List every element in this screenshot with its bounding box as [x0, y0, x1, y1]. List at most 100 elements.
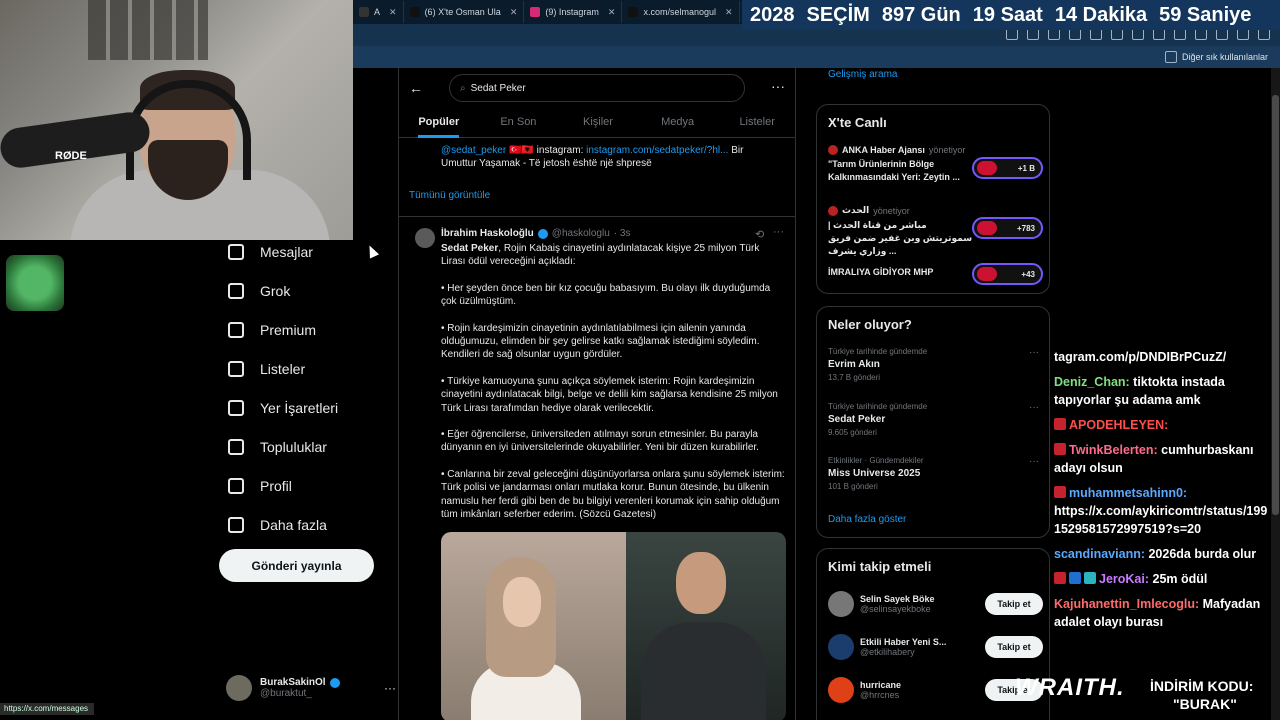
- follow-name: Etkili Haber Yeni S...: [860, 637, 947, 647]
- bookmark-folder[interactable]: Diğer sık kullanılanlar: [1182, 52, 1268, 62]
- avatar[interactable]: [828, 677, 854, 703]
- tweet-image[interactable]: [441, 532, 786, 720]
- follow-suggestion[interactable]: hurricane @hrrcnes Takip et: [828, 674, 1043, 706]
- show-more-link[interactable]: Daha fazla göster: [828, 514, 906, 525]
- tab-label: Medya: [661, 116, 695, 128]
- nav-item-list[interactable]: Listeler: [218, 349, 398, 388]
- live-listener-badge[interactable]: +783: [972, 217, 1043, 239]
- photo-left: [441, 532, 626, 720]
- mention-link[interactable]: @sedat_peker: [441, 145, 506, 156]
- trend-more-icon[interactable]: ···: [1029, 402, 1039, 413]
- tab-3[interactable]: Medya: [638, 108, 718, 137]
- follow-suggestion[interactable]: Etkili Haber Yeni S... @etkilihabery Takip…: [828, 631, 1043, 663]
- nav-item-more-circle[interactable]: Daha fazla: [218, 505, 398, 544]
- live-item[interactable]: İMRALIYA GİDİYOR MHP +43: [828, 263, 1043, 285]
- nav-item-grok[interactable]: Grok: [218, 271, 398, 310]
- post-button[interactable]: Gönderi yayınla: [219, 549, 374, 582]
- chat-text: 2026da burda olur: [1145, 547, 1257, 561]
- candy-jar-overlay: [6, 255, 64, 311]
- close-tab-icon[interactable]: ✕: [389, 7, 397, 18]
- photo-right: [626, 532, 786, 720]
- trend-item[interactable]: Türkiye tarihinde gündemde Evrim Akın 13,7…: [828, 347, 1043, 382]
- countdown-hours: 19 Saat: [972, 3, 1043, 26]
- live-item[interactable]: الحدث yönetiyor مباشر من قناة الحدث | سموت…: [828, 205, 1043, 258]
- live-item[interactable]: ANKA Haber Ajansı yönetiyor "Tarım Ürünler…: [828, 145, 1043, 184]
- trend-more-icon[interactable]: ···: [1029, 456, 1039, 467]
- divider: [399, 216, 795, 217]
- close-tab-icon[interactable]: ✕: [510, 7, 518, 18]
- follow-info: Etkili Haber Yeni S... @etkilihabery: [860, 637, 946, 657]
- chat-username: TwinkBelerten:: [1069, 443, 1158, 457]
- back-arrow-icon[interactable]: ←: [409, 80, 423, 96]
- live-thumbnail: [977, 161, 997, 175]
- stream-chat: tagram.com/p/DNDIBrPCuzZ/Deniz_Chan: tik…: [1054, 348, 1274, 638]
- show-all-link[interactable]: Tümünü görüntüle: [409, 190, 490, 201]
- author-handle[interactable]: @haskologlu: [552, 228, 610, 239]
- countdown-minutes: 14 Dakika: [1054, 3, 1148, 26]
- promo-code: "BURAK": [1173, 696, 1237, 712]
- tab-0[interactable]: Popüler: [399, 108, 479, 138]
- nav-item-profile[interactable]: Profil: [218, 466, 398, 505]
- tab-1[interactable]: En Son: [479, 108, 559, 137]
- live-listener-badge[interactable]: +43: [972, 263, 1043, 285]
- chat-message: APODEHLEYEN:: [1054, 416, 1274, 434]
- browser-tab[interactable]: x.com/selmanogul ✕: [622, 1, 740, 23]
- live-listener-badge[interactable]: +1 B: [972, 157, 1043, 179]
- source-role: yönetiyor: [928, 145, 966, 155]
- account-switcher[interactable]: BurakSakinOl @buraktut_ ···: [226, 670, 396, 706]
- avatar[interactable]: [828, 634, 854, 660]
- nav-item-bookmark[interactable]: Yer İşaretleri: [218, 388, 398, 427]
- panel-title: Neler oluyor?: [828, 317, 912, 332]
- bookmarks-bar: Diğer sık kullanılanlar: [353, 46, 1280, 68]
- live-count: +43: [1021, 269, 1035, 279]
- close-tab-icon[interactable]: ✕: [608, 7, 616, 18]
- author-name[interactable]: İbrahim Haskoloğlu: [441, 228, 534, 239]
- author-avatar[interactable]: [415, 228, 435, 248]
- trend-count: 9.605 gönderi: [828, 428, 877, 437]
- advanced-search-link[interactable]: Gelişmiş arama: [828, 69, 897, 80]
- chat-username: scandinaviann:: [1054, 547, 1145, 561]
- trend-item[interactable]: Etkinlikler · Gündemdekiler Miss Universe…: [828, 456, 1043, 491]
- avatar[interactable]: [828, 591, 854, 617]
- trend-item[interactable]: Türkiye tarihinde gündemde Sedat Peker 9.6…: [828, 402, 1043, 437]
- tab-favicon-icon: [628, 7, 639, 17]
- communities-icon: [228, 438, 244, 455]
- nav-item-label: Topluluklar: [260, 438, 327, 455]
- mic-brand: RØDE: [55, 150, 87, 162]
- follow-name: hurricane: [860, 680, 902, 690]
- instagram-link[interactable]: instagram.com/sedatpeker/?hl...: [586, 145, 728, 156]
- chat-message: JeroKai: 25m ödül: [1054, 570, 1274, 588]
- chat-username: Kajuhanettin_Imlecoglu:: [1054, 597, 1200, 611]
- search-input[interactable]: ⌕ Sedat Peker: [449, 74, 745, 102]
- tweet-paragraph: • Rojin kardeşimizin cinayetinin aydınla…: [441, 322, 760, 361]
- tab-4[interactable]: Listeler: [717, 108, 795, 137]
- tab-2[interactable]: Kişiler: [558, 108, 638, 137]
- live-thumbnail: [977, 267, 997, 281]
- follow-button[interactable]: Takip et: [985, 593, 1043, 615]
- grok-icon[interactable]: ⟲: [755, 228, 764, 241]
- follow-handle: @etkilihabery: [860, 647, 915, 657]
- panel-title: X'te Canlı: [828, 115, 887, 130]
- more-circle-icon: [228, 516, 244, 533]
- previous-post-text: @sedat_peker 🇹🇷🇦🇱 instagram: instagram.c…: [441, 144, 781, 170]
- status-bar-url: https://x.com/messages: [0, 703, 94, 715]
- follow-suggestion[interactable]: Selin Sayek Böke @selinsayekboke Takip et: [828, 588, 1043, 620]
- trend-more-icon[interactable]: ···: [1029, 347, 1039, 358]
- list-icon: [228, 360, 244, 377]
- tab-favicon-icon: [409, 7, 420, 17]
- close-tab-icon[interactable]: ✕: [725, 7, 733, 18]
- nav-item-x-logo[interactable]: Premium: [218, 310, 398, 349]
- browser-tab[interactable]: A ✕: [353, 1, 404, 23]
- nav-item-communities[interactable]: Topluluklar: [218, 427, 398, 466]
- browser-tab[interactable]: (6) X'te Osman Ula ✕: [404, 1, 525, 23]
- follow-button[interactable]: Takip et: [985, 636, 1043, 658]
- follow-handle: @hrrcnes: [860, 690, 900, 700]
- live-source: ANKA Haber Ajansı yönetiyor: [828, 145, 1043, 155]
- profile-icon: [228, 477, 244, 494]
- more-icon[interactable]: ···: [771, 78, 785, 94]
- flag-emoji: 🇹🇷🇦🇱: [508, 145, 534, 156]
- tweet-more-icon[interactable]: ···: [773, 226, 784, 238]
- search-results-column: ← ⌕ Sedat Peker ··· Popüler En Son Kişiler…: [398, 68, 796, 720]
- more-icon[interactable]: ···: [384, 681, 396, 695]
- browser-tab[interactable]: (9) Instagram ✕: [524, 1, 623, 23]
